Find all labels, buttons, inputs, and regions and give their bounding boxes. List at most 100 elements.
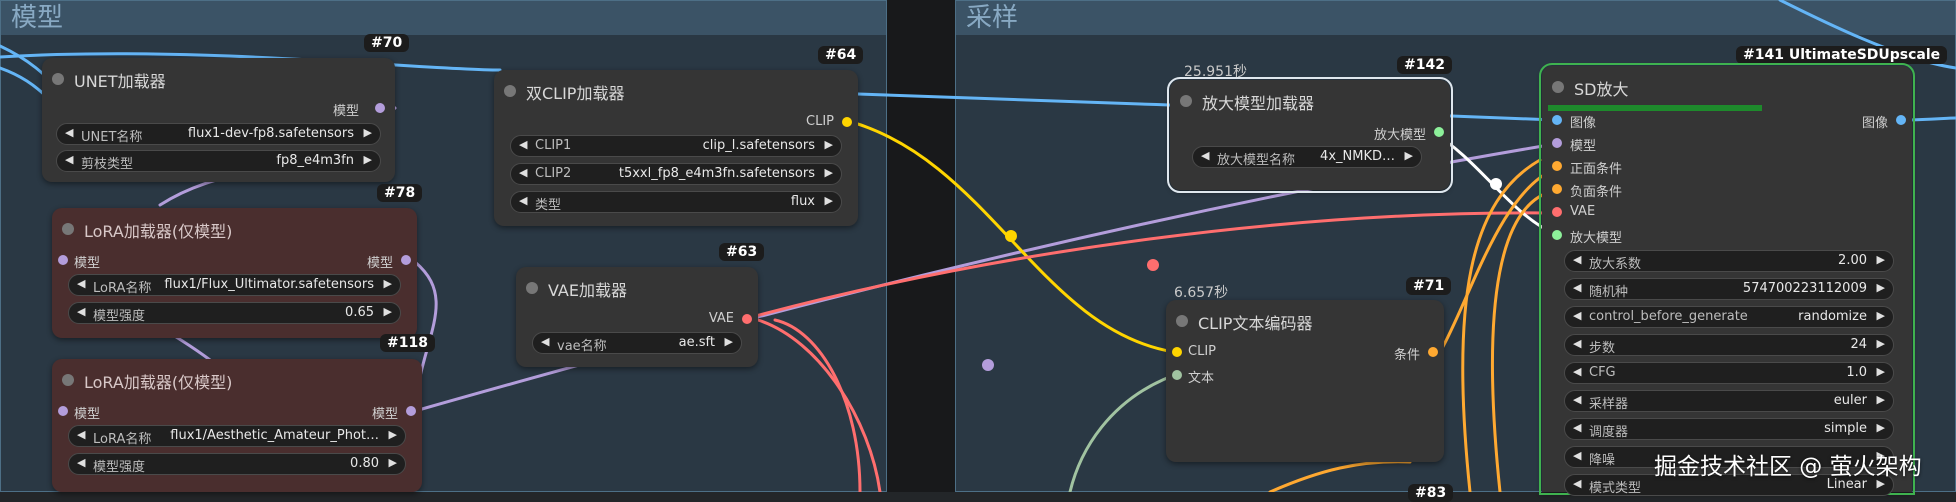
arrow-right-icon[interactable]: ▶ bbox=[825, 138, 833, 151]
input-slot-model[interactable] bbox=[58, 406, 68, 416]
scheduler-combo[interactable]: ◀ 调度器 simple ▶ bbox=[1564, 418, 1894, 440]
node-unet-loader[interactable]: UNET加载器 模型 ◀ UNET名称 flux1-dev-fp8.safete… bbox=[42, 58, 395, 182]
lora-name-combo[interactable]: ◀ LoRA名称 flux1/Aesthetic_Amateur_Phot… ▶ bbox=[68, 425, 406, 447]
arrow-right-icon[interactable]: ▶ bbox=[1877, 281, 1885, 294]
input-slot-positive[interactable] bbox=[1552, 161, 1562, 171]
node-lora-loader-2[interactable]: LoRA加载器(仅模型) 模型 模型 ◀ LoRA名称 flux1/Aesthe… bbox=[52, 359, 422, 492]
node-clip-text-encode[interactable]: CLIP文本编码器 CLIP 文本 条件 bbox=[1166, 300, 1444, 462]
arrow-left-icon[interactable]: ◀ bbox=[1573, 253, 1581, 266]
clip1-combo[interactable]: ◀ CLIP1 clip_l.safetensors ▶ bbox=[510, 135, 842, 157]
arrow-left-icon[interactable]: ◀ bbox=[65, 153, 73, 166]
input-slot-clip[interactable] bbox=[1172, 347, 1182, 357]
arrow-right-icon[interactable]: ▶ bbox=[1877, 337, 1885, 350]
arrow-right-icon[interactable]: ▶ bbox=[384, 305, 392, 318]
output-label-model: 模型 bbox=[332, 104, 359, 119]
control-before-generate-combo[interactable]: ◀ control_before_generate randomize ▶ bbox=[1564, 306, 1894, 328]
upscale-model-name-combo[interactable]: ◀ 放大模型名称 4x_NMKD… ▶ bbox=[1192, 146, 1422, 168]
collapse-toggle[interactable] bbox=[62, 223, 74, 235]
collapse-toggle[interactable] bbox=[1180, 95, 1192, 107]
output-slot-model[interactable] bbox=[406, 406, 416, 416]
arrow-left-icon[interactable]: ◀ bbox=[1573, 449, 1581, 462]
widget-label: 采样器 bbox=[1589, 397, 1629, 412]
input-slot-upscale-model[interactable] bbox=[1552, 230, 1562, 240]
node-title: LoRA加载器(仅模型) bbox=[84, 373, 233, 392]
input-slot-negative[interactable] bbox=[1552, 184, 1562, 194]
input-slot-model[interactable] bbox=[58, 255, 68, 265]
reroute-clip bbox=[1005, 230, 1017, 242]
input-slot-vae[interactable] bbox=[1552, 207, 1562, 217]
lora-name-combo[interactable]: ◀ LoRA名称 flux1/Flux_Ultimator.safetensor… bbox=[68, 274, 401, 296]
arrow-right-icon[interactable]: ▶ bbox=[364, 153, 372, 166]
strength-model-slider[interactable]: ◀ 模型强度 0.65 ▶ bbox=[68, 302, 401, 324]
input-slot-image[interactable] bbox=[1552, 115, 1562, 125]
arrow-right-icon[interactable]: ▶ bbox=[1877, 421, 1885, 434]
node-dual-clip-loader[interactable]: 双CLIP加载器 CLIP ◀ CLIP1 clip_l.safetensors… bbox=[494, 70, 858, 226]
arrow-left-icon[interactable]: ◀ bbox=[1573, 365, 1581, 378]
collapse-toggle[interactable] bbox=[526, 282, 538, 294]
unet-name-combo[interactable]: ◀ UNET名称 flux1-dev-fp8.safetensors ▶ bbox=[56, 123, 381, 145]
widget-value: flux1/Flux_Ultimator.safetensors bbox=[164, 277, 374, 292]
arrow-left-icon[interactable]: ◀ bbox=[77, 305, 85, 318]
arrow-right-icon[interactable]: ▶ bbox=[1877, 393, 1885, 406]
node-vae-loader[interactable]: VAE加载器 VAE ◀ vae名称 ae.sft ▶ bbox=[516, 267, 758, 367]
arrow-left-icon[interactable]: ◀ bbox=[77, 428, 85, 441]
arrow-right-icon[interactable]: ▶ bbox=[1877, 253, 1885, 266]
arrow-right-icon[interactable]: ▶ bbox=[825, 194, 833, 207]
clip-type-combo[interactable]: ◀ 类型 flux ▶ bbox=[510, 191, 842, 213]
collapse-toggle[interactable] bbox=[504, 85, 516, 97]
collapse-toggle[interactable] bbox=[62, 374, 74, 386]
collapse-toggle[interactable] bbox=[1176, 315, 1188, 327]
input-slot-model[interactable] bbox=[1552, 138, 1562, 148]
node-upscale-model-loader[interactable]: 放大模型加载器 放大模型 ◀ 放大模型名称 4x_NMKD… ▶ bbox=[1167, 77, 1453, 193]
arrow-left-icon[interactable]: ◀ bbox=[77, 456, 85, 469]
arrow-left-icon[interactable]: ◀ bbox=[1573, 309, 1581, 322]
output-slot-model[interactable] bbox=[401, 255, 411, 265]
arrow-right-icon[interactable]: ▶ bbox=[389, 428, 397, 441]
widget-label: 放大模型名称 bbox=[1217, 153, 1296, 168]
arrow-left-icon[interactable]: ◀ bbox=[65, 126, 73, 139]
strength-model-slider[interactable]: ◀ 模型强度 0.80 ▶ bbox=[68, 453, 406, 475]
arrow-right-icon[interactable]: ▶ bbox=[1405, 149, 1413, 162]
arrow-left-icon[interactable]: ◀ bbox=[1573, 421, 1581, 434]
arrow-right-icon[interactable]: ▶ bbox=[725, 335, 733, 348]
sampler-combo[interactable]: ◀ 采样器 euler ▶ bbox=[1564, 390, 1894, 412]
arrow-left-icon[interactable]: ◀ bbox=[1201, 149, 1209, 162]
collapse-toggle[interactable] bbox=[1552, 81, 1564, 93]
arrow-left-icon[interactable]: ◀ bbox=[1573, 337, 1581, 350]
arrow-right-icon[interactable]: ▶ bbox=[364, 126, 372, 139]
widget-value: 4x_NMKD… bbox=[1320, 149, 1395, 164]
seed-input[interactable]: ◀ 随机种 574700223112009 ▶ bbox=[1564, 278, 1894, 300]
input-label-vae: VAE bbox=[1570, 204, 1596, 219]
node-timing: 25.951秒 bbox=[1184, 64, 1247, 80]
input-label-positive: 正面条件 bbox=[1570, 162, 1623, 177]
arrow-left-icon[interactable]: ◀ bbox=[1573, 477, 1581, 490]
output-slot-vae[interactable] bbox=[742, 314, 752, 324]
cfg-input[interactable]: ◀ CFG 1.0 ▶ bbox=[1564, 362, 1894, 384]
arrow-left-icon[interactable]: ◀ bbox=[1573, 393, 1581, 406]
output-slot-clip[interactable] bbox=[842, 117, 852, 127]
arrow-right-icon[interactable]: ▶ bbox=[389, 456, 397, 469]
arrow-left-icon[interactable]: ◀ bbox=[519, 166, 527, 179]
output-slot-image[interactable] bbox=[1896, 115, 1906, 125]
output-slot-model[interactable] bbox=[375, 103, 385, 113]
node-lora-loader-1[interactable]: LoRA加载器(仅模型) 模型 模型 ◀ LoRA名称 flux1/Flux_U… bbox=[52, 208, 417, 338]
arrow-left-icon[interactable]: ◀ bbox=[1573, 281, 1581, 294]
arrow-right-icon[interactable]: ▶ bbox=[1877, 365, 1885, 378]
upscale-by-slider[interactable]: ◀ 放大系数 2.00 ▶ bbox=[1564, 250, 1894, 272]
arrow-left-icon[interactable]: ◀ bbox=[519, 194, 527, 207]
clip2-combo[interactable]: ◀ CLIP2 t5xxl_fp8_e4m3fn.safetensors ▶ bbox=[510, 163, 842, 185]
arrow-left-icon[interactable]: ◀ bbox=[77, 277, 85, 290]
input-slot-text[interactable] bbox=[1172, 370, 1182, 380]
node-ultimate-sd-upscale[interactable]: SD放大 图像 图像 模型 正面条件 负面条件 VAE 放大模型 ◀ 放大系数 … bbox=[1539, 63, 1915, 496]
arrow-right-icon[interactable]: ▶ bbox=[384, 277, 392, 290]
collapse-toggle[interactable] bbox=[52, 73, 64, 85]
weight-dtype-combo[interactable]: ◀ 剪枝类型 fp8_e4m3fn ▶ bbox=[56, 150, 381, 172]
arrow-right-icon[interactable]: ▶ bbox=[1877, 309, 1885, 322]
arrow-left-icon[interactable]: ◀ bbox=[519, 138, 527, 151]
output-slot-conditioning[interactable] bbox=[1428, 347, 1438, 357]
arrow-right-icon[interactable]: ▶ bbox=[825, 166, 833, 179]
arrow-left-icon[interactable]: ◀ bbox=[541, 335, 549, 348]
vae-name-combo[interactable]: ◀ vae名称 ae.sft ▶ bbox=[532, 332, 742, 354]
output-slot-upscale-model[interactable] bbox=[1434, 127, 1444, 137]
steps-input[interactable]: ◀ 步数 24 ▶ bbox=[1564, 334, 1894, 356]
